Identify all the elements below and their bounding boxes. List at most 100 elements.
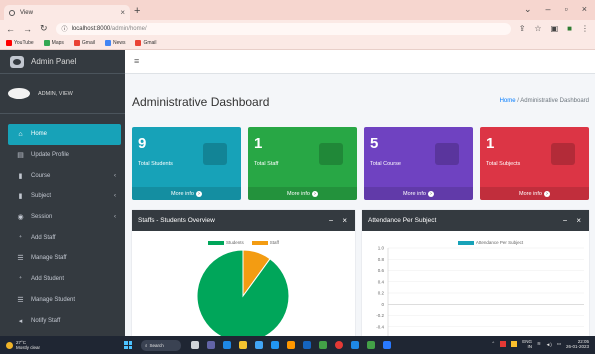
pie-slice-students[interactable] <box>196 249 290 336</box>
weather-sun-icon <box>6 341 13 349</box>
overview-card-header: Staffs - Students Overview − × <box>132 210 355 231</box>
chevron-down-icon[interactable]: ⌄ <box>524 4 532 15</box>
collapse-icon[interactable]: − <box>329 216 334 225</box>
close-window-icon[interactable]: × <box>582 4 587 15</box>
chrome-icon[interactable] <box>335 341 343 349</box>
edge-icon[interactable] <box>223 341 231 349</box>
task-view-icon[interactable] <box>191 341 199 349</box>
sidebar-item-session[interactable]: ◉ Session ‹ <box>12 207 121 228</box>
collapse-icon[interactable]: − <box>563 216 568 225</box>
browser-tab-favicon <box>9 9 15 16</box>
brand-text: Admin Panel <box>31 57 77 66</box>
more-info-link[interactable]: More info › <box>480 187 589 200</box>
bookmark-gmail[interactable]: Gmail <box>73 40 95 46</box>
chevron-up-icon[interactable]: ⌃ <box>491 341 495 347</box>
close-icon[interactable]: × <box>342 216 347 225</box>
more-info-link[interactable]: More info › <box>248 187 357 200</box>
stat-value: 9 <box>138 135 147 152</box>
sidebar-item-manage-staff[interactable]: ☰ Manage Staff <box>12 248 121 269</box>
tray-app-icon[interactable] <box>511 341 518 347</box>
stat-box-total-course: 5 Total Course More info › <box>364 127 473 200</box>
windows-start-icon[interactable] <box>124 341 132 349</box>
sidebar-item-home[interactable]: ⌂ Home <box>8 124 121 145</box>
hamburger-menu-icon[interactable]: ≡ <box>134 56 139 66</box>
attendance-card: Attendance Per Subject − × Attendance Pe… <box>362 210 589 336</box>
browser-tab-title: View <box>20 9 33 16</box>
brand-link[interactable]: Admin Panel <box>0 50 125 74</box>
app-icon[interactable] <box>271 341 279 349</box>
clock[interactable]: 22:05 26-01-2023 <box>566 339 589 349</box>
bookmark-youtube[interactable]: YouTube <box>6 40 34 46</box>
breadcrumb-current: Administrative Dashboard <box>520 98 589 104</box>
bookmark-gmail-2[interactable]: Gmail <box>135 40 157 46</box>
sidebar-item-label: Add Staff <box>31 234 56 241</box>
reload-icon[interactable]: ↻ <box>40 23 48 34</box>
more-info-link[interactable]: More info › <box>132 187 241 200</box>
tray-app-icon[interactable] <box>500 341 507 347</box>
browser-tab[interactable]: View × <box>4 5 130 20</box>
new-tab-icon[interactable]: + <box>134 5 140 17</box>
app-icon[interactable] <box>287 341 295 349</box>
more-info-link[interactable]: More info › <box>364 187 473 200</box>
attendance-card-header: Attendance Per Subject − × <box>362 210 589 231</box>
forward-icon[interactable]: → <box>23 24 32 34</box>
bookmark-maps[interactable]: Maps <box>43 40 64 46</box>
news-icon <box>104 40 111 46</box>
sidebar-item-manage-student[interactable]: ☰ Manage Student <box>12 290 121 311</box>
app-icon[interactable] <box>351 341 359 349</box>
maximize-icon[interactable]: ▫ <box>565 4 568 15</box>
taskbar-search[interactable]: ⌕ Search <box>141 339 181 351</box>
grid-icon <box>435 143 459 165</box>
system-tray: ⌃ ENG IN ≋ ◄) ▭ 22:05 26-01-2023 <box>491 339 589 349</box>
overview-card: Staffs - Students Overview − × Students … <box>132 210 355 336</box>
sidebar-item-add-student[interactable]: ⁺ Add Student <box>12 269 121 290</box>
stat-label: Total Subjects <box>486 161 521 167</box>
id-card-icon: ▤ <box>17 152 24 160</box>
user-plus-icon: ⁺ <box>18 276 23 284</box>
battery-icon[interactable]: ▭ <box>557 341 561 347</box>
app-icon[interactable] <box>367 341 375 349</box>
vscode-icon[interactable] <box>383 341 391 349</box>
language-indicator[interactable]: ENG IN <box>522 339 532 349</box>
file-explorer-icon[interactable] <box>239 341 247 349</box>
sidebar-item-course[interactable]: ▮ Course ‹ <box>12 165 121 186</box>
wifi-icon[interactable]: ≋ <box>537 341 541 347</box>
weather-widget[interactable]: 27°C Mostly clear <box>0 340 120 350</box>
sidebar-item-label: Session <box>31 214 53 221</box>
book-icon: ▮ <box>18 193 23 201</box>
sidebar-item-label: Notify Staff <box>31 317 61 324</box>
y-tick-label: -0.2 <box>376 313 384 318</box>
sidebar-item-label: Course <box>31 172 51 179</box>
sidebar-item-add-staff[interactable]: ⁺ Add Staff <box>12 227 121 248</box>
profile-icon[interactable]: ■ <box>567 24 572 33</box>
sidebar-item-notify-staff[interactable]: ◂ Notify Staff <box>12 310 121 331</box>
close-tab-icon[interactable]: × <box>120 8 125 17</box>
avatar <box>8 88 30 99</box>
share-icon[interactable]: ⇪ <box>519 24 526 33</box>
url-input[interactable]: ⓘ localhost:8000/admin/home/ <box>55 22 511 35</box>
y-tick-label: 0.2 <box>378 291 385 296</box>
extensions-icon[interactable]: ▣ <box>551 24 559 33</box>
star-icon[interactable]: ☆ <box>534 24 541 33</box>
sidebar-item-subject[interactable]: ▮ Subject ‹ <box>12 186 121 207</box>
chat-icon[interactable] <box>207 341 215 349</box>
bookmark-news[interactable]: News <box>104 40 125 46</box>
user-panel[interactable]: ADMIN, VIEW <box>0 74 125 114</box>
stat-label: Total Students <box>138 161 173 167</box>
back-icon[interactable]: ← <box>6 24 15 34</box>
clock-date: 26-01-2023 <box>565 344 589 349</box>
minimize-icon[interactable]: – <box>546 4 551 15</box>
breadcrumb-home-link[interactable]: Home <box>500 98 516 104</box>
sidebar-item-update-profile[interactable]: ▤ Update Profile <box>12 145 121 166</box>
bookmark-label: Gmail <box>81 40 95 46</box>
window-controls: ⌄ – ▫ × <box>524 4 587 15</box>
y-tick-label: 0.8 <box>378 257 385 262</box>
app-icon[interactable] <box>303 341 311 349</box>
volume-icon[interactable]: ◄) <box>546 342 552 347</box>
close-icon[interactable]: × <box>576 216 581 225</box>
list-icon: ☰ <box>17 296 24 304</box>
menu-dots-icon[interactable]: ⋮ <box>581 24 589 33</box>
url-host: localhost:8000 <box>71 25 111 32</box>
app-icon[interactable] <box>319 341 327 349</box>
store-icon[interactable] <box>255 341 263 349</box>
